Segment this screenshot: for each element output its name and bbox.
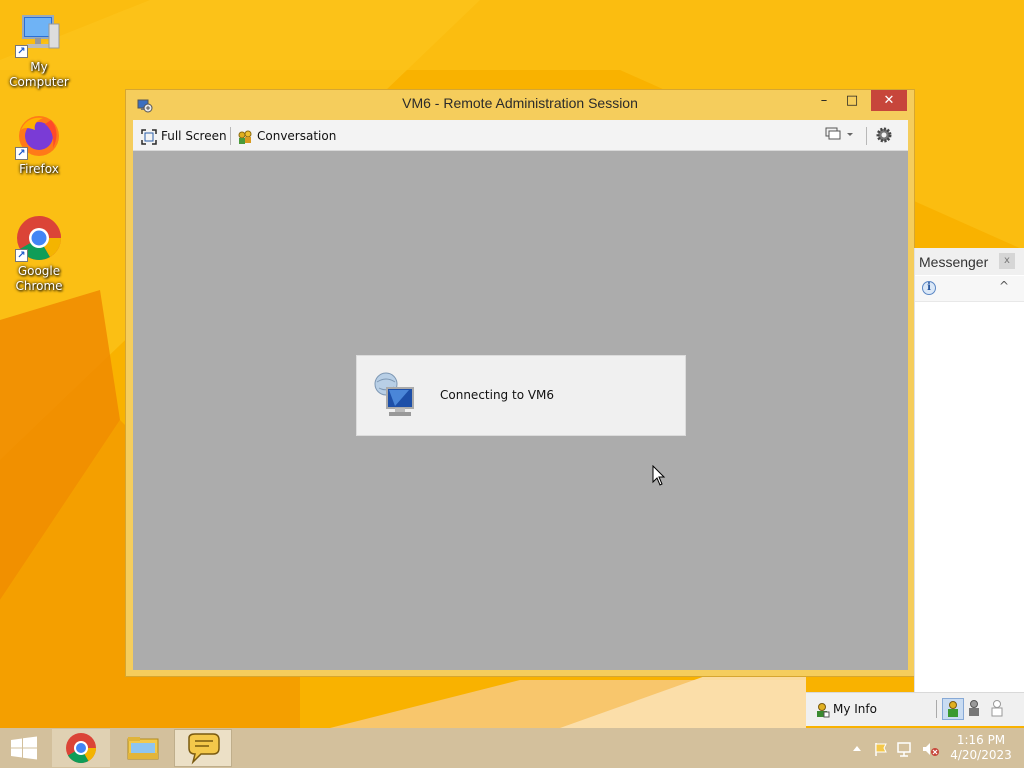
chrome-icon bbox=[66, 733, 96, 764]
connection-status-text: Connecting to VM6 bbox=[440, 388, 555, 402]
taskbar-clock[interactable]: 1:16 PM 4/20/2023 bbox=[948, 733, 1014, 763]
clock-time: 1:16 PM bbox=[956, 733, 1006, 747]
gear-icon bbox=[875, 127, 893, 147]
chevron-up-icon[interactable]: ^ bbox=[999, 279, 1009, 293]
show-hidden-icons-icon[interactable] bbox=[853, 746, 861, 751]
action-center-flag-icon[interactable] bbox=[875, 743, 887, 756]
messenger-close-button[interactable]: x bbox=[999, 253, 1015, 269]
start-button[interactable] bbox=[0, 728, 48, 768]
info-icon[interactable]: i bbox=[922, 281, 936, 295]
remote-computer-icon bbox=[373, 370, 421, 420]
clock-date: 4/20/2023 bbox=[950, 748, 1012, 762]
messenger-title: Messenger bbox=[919, 254, 989, 270]
user-away-icon bbox=[969, 700, 979, 716]
shortcut-arrow-icon: ↗ bbox=[15, 147, 28, 160]
toolbar-separator bbox=[230, 127, 231, 145]
minimize-button[interactable]: – bbox=[810, 90, 838, 111]
footer-separator bbox=[936, 700, 937, 718]
taskbar-file-explorer-button[interactable] bbox=[114, 729, 172, 767]
taskbar-chrome-button[interactable] bbox=[52, 729, 110, 767]
messenger-footer: My Info bbox=[806, 692, 1024, 726]
user-online-icon bbox=[948, 701, 958, 717]
window-title: VM6 - Remote Administration Session bbox=[402, 95, 638, 111]
volume-muted-icon[interactable] bbox=[923, 743, 939, 756]
messenger-icon bbox=[188, 733, 220, 765]
chrome-icon: ↗ bbox=[15, 214, 63, 262]
remote-session-viewport[interactable]: Connecting to VM6 bbox=[133, 151, 908, 670]
window-titlebar[interactable]: VM6 - Remote Administration Session – □ … bbox=[126, 90, 914, 120]
settings-button[interactable] bbox=[875, 126, 893, 146]
status-away-button[interactable] bbox=[964, 698, 986, 720]
messenger-panel: Messenger x i ^ bbox=[914, 248, 1024, 692]
windows-logo-icon bbox=[11, 736, 37, 760]
session-toolbar: Full Screen Conversation bbox=[133, 120, 908, 151]
toolbar-separator bbox=[866, 127, 867, 145]
messenger-info-bar: i ^ bbox=[915, 276, 1024, 302]
status-online-button[interactable] bbox=[942, 698, 964, 720]
status-offline-button[interactable] bbox=[987, 698, 1009, 720]
conversation-icon bbox=[237, 129, 253, 145]
my-info-button[interactable]: My Info bbox=[814, 700, 877, 718]
desktop-icon-firefox[interactable]: ↗ Firefox bbox=[0, 112, 78, 177]
desktop-icon-label: Google Chrome bbox=[15, 264, 63, 293]
system-tray bbox=[848, 740, 948, 758]
display-options-dropdown[interactable] bbox=[825, 126, 855, 146]
network-icon[interactable] bbox=[897, 742, 911, 757]
conversation-label: Conversation bbox=[257, 129, 337, 143]
monitor-icon bbox=[825, 127, 855, 145]
taskbar-messenger-button[interactable] bbox=[174, 729, 232, 767]
user-offline-icon bbox=[991, 700, 1003, 717]
conversation-button[interactable]: Conversation bbox=[237, 126, 336, 146]
desktop-icon-google-chrome[interactable]: ↗ Google Chrome bbox=[0, 214, 78, 294]
full-screen-label: Full Screen bbox=[161, 129, 227, 143]
file-explorer-icon bbox=[127, 737, 159, 760]
my-info-label: My Info bbox=[833, 702, 877, 716]
remote-session-window: VM6 - Remote Administration Session – □ … bbox=[125, 89, 915, 677]
connecting-dialog: Connecting to VM6 bbox=[356, 355, 686, 436]
computer-icon: ↗ bbox=[15, 10, 63, 58]
messenger-header: Messenger x bbox=[915, 248, 1024, 275]
taskbar: 1:16 PM 4/20/2023 bbox=[0, 728, 1024, 768]
user-card-icon bbox=[814, 702, 830, 718]
full-screen-icon bbox=[141, 128, 157, 145]
shortcut-arrow-icon: ↗ bbox=[15, 249, 28, 262]
mouse-cursor-icon bbox=[652, 465, 666, 486]
shortcut-arrow-icon: ↗ bbox=[15, 45, 28, 58]
desktop-icon-label: My Computer bbox=[9, 60, 69, 89]
full-screen-button[interactable]: Full Screen bbox=[141, 126, 227, 146]
desktop-icon-my-computer[interactable]: ↗ My Computer bbox=[0, 10, 78, 90]
firefox-icon: ↗ bbox=[15, 112, 63, 160]
desktop-icon-label: Firefox bbox=[19, 162, 59, 176]
close-button[interactable]: ✕ bbox=[871, 90, 907, 111]
maximize-button[interactable]: □ bbox=[838, 90, 866, 111]
